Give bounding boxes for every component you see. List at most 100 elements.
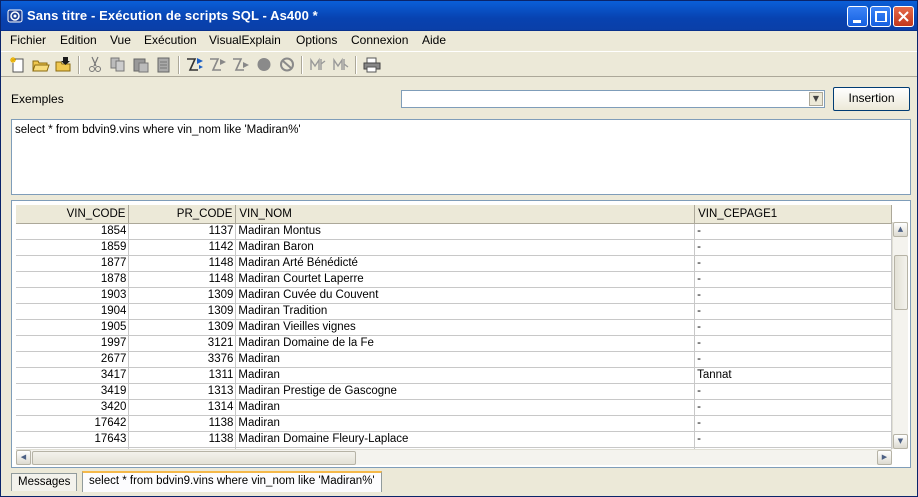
- scroll-right-icon[interactable]: ▶: [877, 450, 892, 465]
- title-bar[interactable]: Sans titre - Exécution de scripts SQL - …: [1, 1, 917, 31]
- table-cell[interactable]: 1997: [16, 335, 130, 352]
- table-cell[interactable]: 2677: [16, 351, 130, 368]
- insertion-button[interactable]: Insertion: [833, 87, 910, 111]
- table-row[interactable]: 17642 1138 Madiran -: [16, 415, 892, 432]
- run-all-icon[interactable]: [186, 56, 204, 73]
- table-cell[interactable]: 1903: [16, 287, 130, 304]
- table-row[interactable]: 1904 1309 Madiran Tradition -: [16, 303, 892, 320]
- open-recent-icon[interactable]: [55, 56, 73, 73]
- vertical-scroll-thumb[interactable]: [894, 255, 908, 310]
- table-cell[interactable]: Madiran: [235, 351, 696, 368]
- table-cell[interactable]: Madiran Cuvée du Couvent: [235, 287, 696, 304]
- table-row[interactable]: 17643 1138 Madiran Domaine Fleury-Laplace -: [16, 431, 892, 448]
- new-file-icon[interactable]: [9, 56, 27, 73]
- scroll-down-icon[interactable]: ▼: [893, 434, 908, 449]
- table-cell[interactable]: 1142: [128, 239, 237, 256]
- run-from-cursor-icon[interactable]: [232, 56, 250, 73]
- table-cell[interactable]: Madiran Domaine de la Fe: [235, 335, 696, 352]
- table-row[interactable]: 1878 1148 Madiran Courtet Laperre -: [16, 271, 892, 288]
- table-cell[interactable]: Madiran Montus: [235, 223, 696, 240]
- table-row[interactable]: 1854 1137 Madiran Montus -: [16, 223, 892, 240]
- horizontal-scroll-thumb[interactable]: [32, 451, 356, 465]
- examples-dropdown[interactable]: ▼: [401, 90, 825, 108]
- results-grid[interactable]: VIN_CODE PR_CODE VIN_NOM VIN_CEPAGE1 185…: [16, 205, 892, 449]
- table-cell[interactable]: Tannat: [694, 367, 892, 384]
- table-cell[interactable]: 1314: [128, 399, 237, 416]
- table-cell[interactable]: -: [694, 223, 892, 240]
- table-cell[interactable]: 1878: [16, 271, 130, 288]
- table-cell[interactable]: -: [694, 383, 892, 400]
- table-row[interactable]: 1903 1309 Madiran Cuvée du Couvent -: [16, 287, 892, 304]
- table-cell[interactable]: Madiran Vieilles vignes: [235, 319, 696, 336]
- tab-messages[interactable]: Messages: [11, 473, 78, 491]
- table-cell[interactable]: 1311: [128, 367, 237, 384]
- table-cell[interactable]: Madiran Domaine Fleury-Laplace: [235, 431, 696, 448]
- cancel-icon[interactable]: [278, 56, 296, 73]
- sql-text[interactable]: select * from bdvin9.vins where vin_nom …: [15, 124, 301, 136]
- table-cell[interactable]: 1905: [16, 319, 130, 336]
- table-cell[interactable]: Madiran: [235, 399, 696, 416]
- table-cell[interactable]: -: [694, 399, 892, 416]
- table-cell[interactable]: 1137: [128, 223, 237, 240]
- table-cell[interactable]: Madiran Baron: [235, 239, 696, 256]
- maximize-button[interactable]: [870, 6, 891, 27]
- table-cell[interactable]: 1859: [16, 239, 130, 256]
- vertical-scrollbar[interactable]: ▲ ▼: [892, 222, 908, 449]
- table-row[interactable]: 3419 1313 Madiran Prestige de Gascogne -: [16, 383, 892, 400]
- print-icon[interactable]: [363, 56, 381, 73]
- explain-icon[interactable]: [309, 56, 327, 73]
- table-cell[interactable]: -: [694, 319, 892, 336]
- menu-edition[interactable]: Edition: [60, 33, 97, 47]
- table-cell[interactable]: -: [694, 255, 892, 272]
- table-cell[interactable]: 1138: [128, 415, 237, 432]
- table-row[interactable]: 1877 1148 Madiran Arté Bénédicté -: [16, 255, 892, 272]
- column-header[interactable]: PR_CODE: [128, 205, 237, 224]
- menu-visualexplain[interactable]: VisualExplain: [209, 33, 281, 47]
- menu-execution[interactable]: Exécution: [144, 33, 197, 47]
- horizontal-scrollbar[interactable]: ◀ ▶: [16, 449, 892, 465]
- minimize-button[interactable]: [847, 6, 868, 27]
- table-row[interactable]: 1859 1142 Madiran Baron -: [16, 239, 892, 256]
- table-cell[interactable]: 1313: [128, 383, 237, 400]
- table-cell[interactable]: 1309: [128, 319, 237, 336]
- scroll-left-icon[interactable]: ◀: [16, 450, 31, 465]
- copy-icon[interactable]: [109, 56, 127, 73]
- table-cell[interactable]: -: [694, 239, 892, 256]
- table-cell[interactable]: 1854: [16, 223, 130, 240]
- run-selected-icon[interactable]: [209, 56, 227, 73]
- table-cell[interactable]: -: [694, 335, 892, 352]
- tab-query-results[interactable]: select * from bdvin9.vins where vin_nom …: [82, 471, 382, 492]
- scroll-up-icon[interactable]: ▲: [893, 222, 908, 237]
- table-cell[interactable]: 3420: [16, 399, 130, 416]
- table-cell[interactable]: 1309: [128, 287, 237, 304]
- stop-icon[interactable]: [255, 56, 273, 73]
- table-row[interactable]: 3417 1311 Madiran Tannat: [16, 367, 892, 384]
- table-cell[interactable]: -: [694, 303, 892, 320]
- table-cell[interactable]: Madiran Courtet Laperre: [235, 271, 696, 288]
- table-cell[interactable]: -: [694, 271, 892, 288]
- column-header[interactable]: VIN_CODE: [16, 205, 130, 224]
- column-header[interactable]: VIN_NOM: [235, 205, 696, 224]
- table-cell[interactable]: 1148: [128, 255, 237, 272]
- sql-editor[interactable]: select * from bdvin9.vins where vin_nom …: [11, 119, 911, 195]
- menu-options[interactable]: Options: [296, 33, 337, 47]
- visual-explain-icon[interactable]: [332, 56, 350, 73]
- table-cell[interactable]: -: [694, 431, 892, 448]
- table-cell[interactable]: -: [694, 287, 892, 304]
- table-cell[interactable]: 1904: [16, 303, 130, 320]
- dropdown-arrow-icon[interactable]: ▼: [809, 92, 823, 106]
- table-cell[interactable]: 17642: [16, 415, 130, 432]
- table-cell[interactable]: Madiran: [235, 367, 696, 384]
- table-cell[interactable]: Madiran Tradition: [235, 303, 696, 320]
- table-cell[interactable]: 1309: [128, 303, 237, 320]
- close-button[interactable]: [893, 6, 914, 27]
- table-cell[interactable]: Madiran Prestige de Gascogne: [235, 383, 696, 400]
- table-cell[interactable]: 3376: [128, 351, 237, 368]
- table-row[interactable]: 1905 1309 Madiran Vieilles vignes -: [16, 319, 892, 336]
- table-row[interactable]: 3420 1314 Madiran -: [16, 399, 892, 416]
- table-cell[interactable]: 1138: [128, 431, 237, 448]
- table-cell[interactable]: -: [694, 351, 892, 368]
- menu-connexion[interactable]: Connexion: [351, 33, 408, 47]
- table-cell[interactable]: Madiran Arté Bénédicté: [235, 255, 696, 272]
- table-cell[interactable]: 3121: [128, 335, 237, 352]
